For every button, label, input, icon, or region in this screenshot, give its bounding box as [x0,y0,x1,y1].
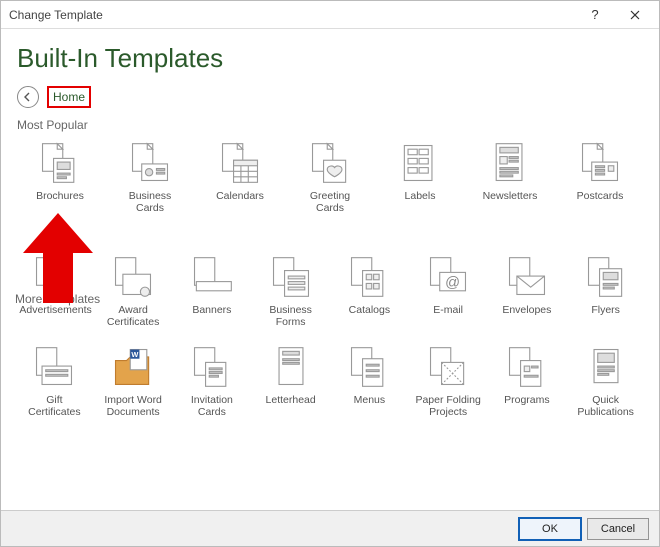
tile-brochures[interactable]: Brochures [15,138,105,216]
tile-label: Menus [334,394,404,406]
flyer-icon [583,254,629,300]
section-label-popular: Most Popular [17,118,645,132]
breadcrumb-home[interactable]: Home [47,86,91,108]
tile-menus[interactable]: Menus [330,342,409,420]
page-title: Built-In Templates [17,43,645,74]
postcard-icon [577,140,623,186]
window-title: Change Template [9,8,575,22]
tile-label: Import Word Documents [98,394,168,418]
tile-label: Business Cards [115,190,185,214]
tile-gift-certificates[interactable]: Gift Certificates [15,342,94,420]
tile-label: Envelopes [492,304,562,316]
tile-calendars[interactable]: Calendars [195,138,285,216]
ok-button[interactable]: OK [519,518,581,540]
tile-email[interactable]: @ E-mail [409,252,488,330]
svg-text:W: W [131,350,138,359]
tile-programs[interactable]: Programs [488,342,567,420]
forms-icon [268,254,314,300]
tile-label: E-mail [413,304,483,316]
tile-flyers[interactable]: Flyers [566,252,645,330]
tile-award-certificates[interactable]: Award Certificates [94,252,173,330]
greeting-icon [307,140,353,186]
letterhead-icon [268,344,314,390]
more-grid: Advertisements Award Certificates Banner… [15,252,645,420]
tile-label: Newsletters [475,190,545,202]
tile-label: Banners [177,304,247,316]
tile-label: Business Forms [256,304,326,328]
tile-postcards[interactable]: Postcards [555,138,645,216]
section-most-popular: Most Popular Brochures Business Cards [15,118,645,216]
tile-labels[interactable]: Labels [375,138,465,216]
menu-icon [346,344,392,390]
breadcrumb-nav: Home [17,86,645,108]
tile-label: Catalogs [334,304,404,316]
newsletter-icon [487,140,533,186]
tile-label: Letterhead [256,394,326,406]
tile-paper-folding[interactable]: Paper Folding Projects [409,342,488,420]
tile-import-word[interactable]: W Import Word Documents [94,342,173,420]
tile-label: Programs [492,394,562,406]
tile-label: Calendars [205,190,275,202]
folder-word-icon: W [110,344,156,390]
dialog-body: Built-In Templates Home Most Popular Bro… [1,29,659,510]
calendar-icon [217,140,263,186]
tile-catalogs[interactable]: Catalogs [330,252,409,330]
tile-label: Brochures [25,190,95,202]
tile-label: Quick Publications [571,394,641,418]
envelope-icon [504,254,550,300]
tile-label: Award Certificates [98,304,168,328]
section-more-templates: Advertisements Award Certificates Banner… [15,252,645,420]
help-button[interactable]: ? [575,1,615,29]
email-icon: @ [425,254,471,300]
tile-letterhead[interactable]: Letterhead [251,342,330,420]
tile-invitation-cards[interactable]: Invitation Cards [173,342,252,420]
tile-label: Invitation Cards [177,394,247,418]
tile-newsletters[interactable]: Newsletters [465,138,555,216]
popular-grid: Brochures Business Cards Calendars [15,138,645,216]
change-template-dialog: Change Template ? Built-In Templates Hom… [0,0,660,547]
card-icon [127,140,173,186]
tile-greeting-cards[interactable]: Greeting Cards [285,138,375,216]
banner-icon [189,254,235,300]
brochure-icon [37,140,83,186]
tile-label: Gift Certificates [19,394,89,418]
gift-icon [31,344,77,390]
programs-icon [504,344,550,390]
quickpub-icon [583,344,629,390]
tile-banners[interactable]: Banners [173,252,252,330]
titlebar: Change Template ? [1,1,659,29]
section-label-more: More Templates [15,292,100,306]
catalog-icon [346,254,392,300]
svg-text:@: @ [445,275,460,291]
tile-label: Paper Folding Projects [413,394,483,418]
tile-label: Labels [385,190,455,202]
tile-label: Greeting Cards [295,190,365,214]
cancel-button[interactable]: Cancel [587,518,649,540]
paper-folding-icon [425,344,471,390]
labels-icon [397,140,443,186]
tile-quick-publications[interactable]: Quick Publications [566,342,645,420]
tile-label: Flyers [571,304,641,316]
tile-business-cards[interactable]: Business Cards [105,138,195,216]
close-button[interactable] [615,1,655,29]
back-button[interactable] [17,86,39,108]
tile-envelopes[interactable]: Envelopes [488,252,567,330]
tile-label: Postcards [565,190,635,202]
tile-business-forms[interactable]: Business Forms [251,252,330,330]
invitation-icon [189,344,235,390]
dialog-footer: OK Cancel [1,510,659,546]
award-icon [110,254,156,300]
